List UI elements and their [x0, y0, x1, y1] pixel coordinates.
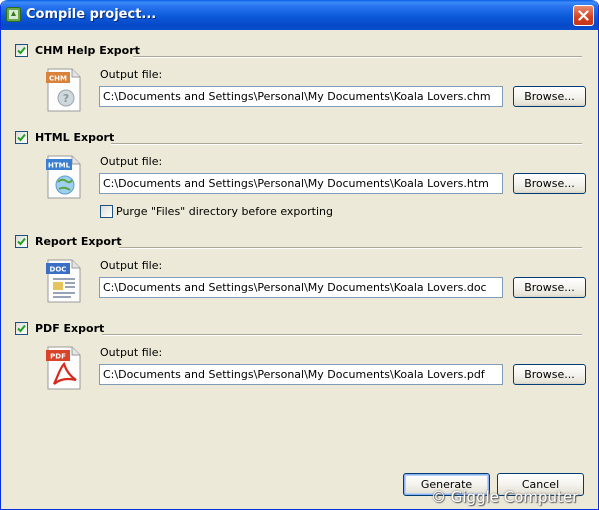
report-browse-button[interactable]: Browse... [513, 277, 586, 298]
report-output-field[interactable]: C:\Documents and Settings\Personal\My Do… [99, 277, 503, 298]
doc-file-icon: DOC [46, 259, 81, 303]
pdf-file-icon: PDF [46, 346, 81, 390]
icon-tag: HTML [48, 162, 71, 170]
checkmark-icon [17, 237, 26, 246]
window-title: Compile project... [26, 7, 157, 22]
watermark: © Giggle Computer [431, 488, 579, 506]
section-title: CHM Help Export [35, 44, 140, 57]
app-icon [6, 7, 21, 22]
section-separator [102, 334, 582, 336]
chm-export-checkbox[interactable] [15, 44, 28, 57]
purge-files-checkbox[interactable] [100, 205, 113, 218]
icon-tag: PDF [50, 353, 66, 361]
pdf-export-checkbox[interactable] [15, 322, 28, 335]
section-title: PDF Export [35, 322, 105, 335]
section-separator [133, 56, 582, 58]
pdf-output-field[interactable]: C:\Documents and Settings\Personal\My Do… [99, 364, 503, 385]
svg-text:?: ? [63, 92, 69, 105]
html-output-label: Output file: [100, 155, 163, 168]
html-browse-button[interactable]: Browse... [513, 173, 586, 194]
section-title: Report Export [35, 235, 122, 248]
chm-output-field[interactable]: C:\Documents and Settings\Personal\My Do… [99, 86, 503, 107]
html-export-checkbox[interactable] [15, 131, 28, 144]
chm-browse-button[interactable]: Browse... [513, 86, 586, 107]
report-output-label: Output file: [100, 259, 163, 272]
checkmark-icon [17, 133, 26, 142]
pdf-browse-button[interactable]: Browse... [513, 364, 586, 385]
pdf-output-label: Output file: [100, 346, 163, 359]
close-icon [578, 10, 589, 21]
html-output-field[interactable]: C:\Documents and Settings\Personal\My Do… [99, 173, 503, 194]
checkmark-icon [17, 324, 26, 333]
compile-project-dialog: Compile project... CHM Help Export CHM ?… [0, 0, 599, 510]
chm-file-icon: CHM ? [46, 68, 81, 112]
icon-tag: DOC [50, 266, 67, 274]
purge-files-label: Purge "Files" directory before exporting [116, 205, 333, 218]
close-button[interactable] [573, 5, 594, 26]
html-file-icon: HTML [46, 155, 81, 199]
title-bar[interactable]: Compile project... [1, 0, 598, 30]
icon-tag: CHM [49, 75, 67, 83]
chm-output-label: Output file: [100, 68, 163, 81]
section-title: HTML Export [35, 131, 115, 144]
section-separator [119, 247, 582, 249]
checkmark-icon [17, 46, 26, 55]
section-separator [111, 143, 582, 145]
report-export-checkbox[interactable] [15, 235, 28, 248]
